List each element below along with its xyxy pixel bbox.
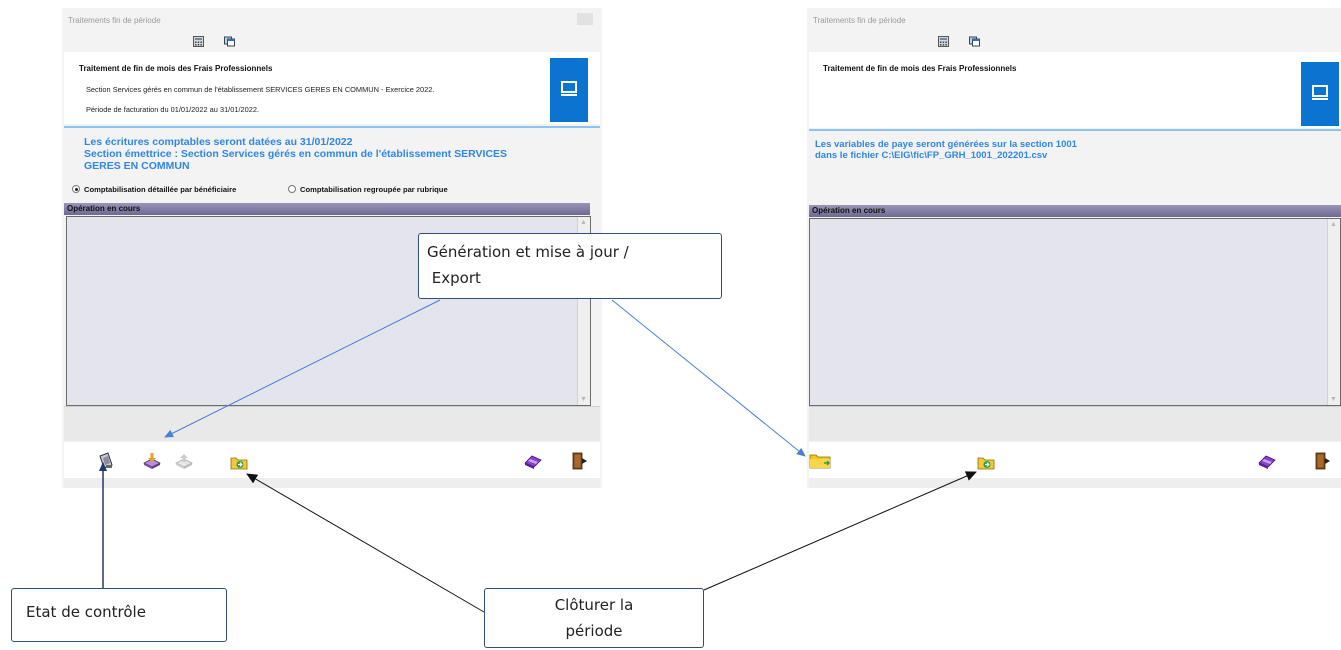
arrow-generation-right xyxy=(611,299,806,457)
arrow-cloturer-left xyxy=(246,473,485,613)
callout-etat-label: Etat de contrôle xyxy=(26,603,146,621)
callout-cloturer-line2: période xyxy=(565,622,623,640)
callout-generation-line2: Export xyxy=(427,269,481,287)
callout-cloturer-line1: Clôturer la xyxy=(554,596,634,614)
callout-generation: Génération et mise à jour / Export xyxy=(418,233,722,299)
arrow-cloturer-right xyxy=(703,471,977,591)
callout-cloturer: Clôturer la période xyxy=(484,588,704,648)
callout-generation-line1: Génération et mise à jour / xyxy=(427,243,629,261)
callout-etat: Etat de contrôle xyxy=(11,588,227,642)
annotation-arrows xyxy=(99,299,977,613)
arrow-generation-left xyxy=(164,299,441,438)
